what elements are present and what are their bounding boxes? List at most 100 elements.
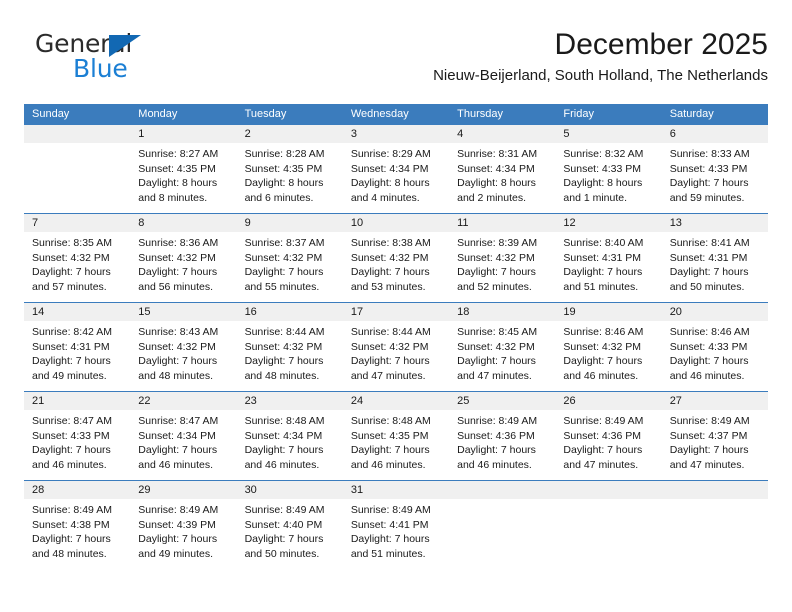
day-number: 2 xyxy=(236,125,343,143)
calendar-day-cell[interactable]: 1 Sunrise: 8:27 AM Sunset: 4:35 PM Daylight… xyxy=(130,125,237,213)
day-sunset-text: Sunset: 4:32 PM xyxy=(32,251,110,264)
day-details: Sunrise: 8:49 AM Sunset: 4:41 PM Daylight:… xyxy=(343,499,449,567)
day-daylight-line1-text: Daylight: 7 hours xyxy=(244,266,324,279)
day-daylight-line2-text: and 1 minute. xyxy=(563,191,628,204)
day-daylight-line2-text: and 48 minutes. xyxy=(244,369,320,382)
day-daylight-line1-text: Daylight: 8 hours xyxy=(138,177,218,190)
calendar-day-cell[interactable]: 23 Sunrise: 8:48 AM Sunset: 4:34 PM Dayligh… xyxy=(236,392,343,480)
day-daylight-line1-text: Daylight: 7 hours xyxy=(32,533,111,546)
day-details: Sunrise: 8:44 AM Sunset: 4:32 PM Daylight:… xyxy=(237,321,343,389)
day-daylight-line1-text: Daylight: 7 hours xyxy=(350,355,430,368)
day-sunset-text: Sunset: 4:34 PM xyxy=(350,162,429,175)
day-details: Sunrise: 8:36 AM Sunset: 4:32 PM Daylight:… xyxy=(130,232,236,300)
day-daylight-line1-text: Daylight: 7 hours xyxy=(32,444,111,457)
calendar-day-cell[interactable]: 3 Sunrise: 8:29 AM Sunset: 4:34 PM Daylight… xyxy=(342,125,450,213)
calendar-day-cell[interactable]: 2 Sunrise: 8:28 AM Sunset: 4:35 PM Daylight… xyxy=(236,125,343,213)
calendar-day-cell[interactable]: 12 Sunrise: 8:40 AM Sunset: 4:31 PM Dayligh… xyxy=(555,214,662,302)
day-sunset-text: Sunset: 4:33 PM xyxy=(669,340,748,353)
day-daylight-line2-text: and 8 minutes. xyxy=(138,191,208,204)
calendar-day-cell[interactable]: 4 Sunrise: 8:31 AM Sunset: 4:34 PM Daylight… xyxy=(449,125,556,213)
day-daylight-line2-text: and 46 minutes. xyxy=(350,458,426,471)
day-number: 20 xyxy=(661,303,768,321)
day-number: 19 xyxy=(555,303,662,321)
day-daylight-line1-text: Daylight: 7 hours xyxy=(563,355,643,368)
day-daylight-line2-text: and 46 minutes. xyxy=(244,458,320,471)
day-daylight-line2-text: and 47 minutes. xyxy=(350,369,426,382)
day-daylight-line2-text: and 52 minutes. xyxy=(457,280,532,293)
day-daylight-line1-text: Daylight: 7 hours xyxy=(244,355,324,368)
calendar-day-cell[interactable]: 7 Sunrise: 8:35 AM Sunset: 4:32 PM Daylight… xyxy=(24,214,131,302)
day-sunrise-text: Sunrise: 8:40 AM xyxy=(563,237,644,249)
day-sunset-text: Sunset: 4:33 PM xyxy=(32,429,110,442)
calendar-day-cell[interactable]: 22 Sunrise: 8:47 AM Sunset: 4:34 PM Dayligh… xyxy=(130,392,237,480)
day-daylight-line1-text: Daylight: 7 hours xyxy=(32,266,111,279)
weekday-header-tuesday: Tuesday xyxy=(244,108,287,120)
calendar-day-cell[interactable]: 26 Sunrise: 8:49 AM Sunset: 4:36 PM Dayligh… xyxy=(555,392,662,480)
day-daylight-line2-text: and 2 minutes. xyxy=(457,191,527,204)
calendar-day-cell[interactable]: 24 Sunrise: 8:48 AM Sunset: 4:35 PM Dayligh… xyxy=(342,392,450,480)
day-details: Sunrise: 8:49 AM Sunset: 4:38 PM Daylight:… xyxy=(24,499,130,567)
day-sunrise-text: Sunrise: 8:27 AM xyxy=(138,148,219,160)
calendar-day-cell[interactable]: 25 Sunrise: 8:49 AM Sunset: 4:36 PM Dayligh… xyxy=(449,392,556,480)
calendar-day-cell[interactable]: 30 Sunrise: 8:49 AM Sunset: 4:40 PM Dayligh… xyxy=(236,481,343,569)
day-number: 18 xyxy=(449,303,556,321)
day-sunset-text: Sunset: 4:32 PM xyxy=(563,340,642,353)
day-daylight-line2-text: and 53 minutes. xyxy=(350,280,426,293)
calendar-day-cell[interactable]: 27 Sunrise: 8:49 AM Sunset: 4:37 PM Dayligh… xyxy=(661,392,768,480)
day-sunset-text: Sunset: 4:32 PM xyxy=(244,251,323,264)
day-number: 22 xyxy=(130,392,237,410)
calendar-day-cell[interactable]: 28 Sunrise: 8:49 AM Sunset: 4:38 PM Dayligh… xyxy=(24,481,131,569)
day-number xyxy=(449,481,556,499)
calendar-day-cell[interactable]: 10 Sunrise: 8:38 AM Sunset: 4:32 PM Dayligh… xyxy=(342,214,450,302)
calendar-day-cell[interactable]: 18 Sunrise: 8:45 AM Sunset: 4:32 PM Dayligh… xyxy=(449,303,556,391)
calendar-day-cell[interactable]: 13 Sunrise: 8:41 AM Sunset: 4:31 PM Dayligh… xyxy=(661,214,768,302)
day-sunset-text: Sunset: 4:35 PM xyxy=(138,162,216,175)
day-daylight-line2-text: and 46 minutes. xyxy=(457,458,532,471)
day-daylight-line2-text: and 6 minutes. xyxy=(244,191,314,204)
day-sunset-text: Sunset: 4:36 PM xyxy=(457,429,535,442)
day-daylight-line2-text: and 56 minutes. xyxy=(138,280,213,293)
day-details: Sunrise: 8:29 AM Sunset: 4:34 PM Daylight:… xyxy=(343,143,449,211)
calendar-day-cell[interactable]: 17 Sunrise: 8:44 AM Sunset: 4:32 PM Dayligh… xyxy=(342,303,450,391)
calendar-day-cell[interactable]: 6 Sunrise: 8:33 AM Sunset: 4:33 PM Daylight… xyxy=(661,125,768,213)
calendar-day-cell[interactable]: 21 Sunrise: 8:47 AM Sunset: 4:33 PM Dayligh… xyxy=(24,392,131,480)
day-daylight-line2-text: and 46 minutes. xyxy=(32,458,107,471)
calendar-day-cell[interactable]: 5 Sunrise: 8:32 AM Sunset: 4:33 PM Daylight… xyxy=(555,125,662,213)
calendar-week-row: 14 Sunrise: 8:42 AM Sunset: 4:31 PM Dayligh… xyxy=(24,302,768,391)
calendar-day-cell[interactable]: 14 Sunrise: 8:42 AM Sunset: 4:31 PM Dayligh… xyxy=(24,303,131,391)
day-sunset-text: Sunset: 4:36 PM xyxy=(563,429,642,442)
calendar-day-cell[interactable]: 15 Sunrise: 8:43 AM Sunset: 4:32 PM Dayligh… xyxy=(130,303,237,391)
brand-logo[interactable]: General Blue xyxy=(35,30,235,86)
calendar-week-row: 1 Sunrise: 8:27 AM Sunset: 4:35 PM Daylight… xyxy=(24,125,768,213)
day-details: Sunrise: 8:45 AM Sunset: 4:32 PM Daylight:… xyxy=(449,321,555,389)
day-details: Sunrise: 8:42 AM Sunset: 4:31 PM Daylight:… xyxy=(24,321,130,389)
calendar-day-cell[interactable]: 19 Sunrise: 8:46 AM Sunset: 4:32 PM Dayligh… xyxy=(555,303,662,391)
calendar-grid: Sunday Monday Tuesday Wednesday Thursday Frid… xyxy=(24,104,768,569)
day-number: 31 xyxy=(342,481,450,499)
day-daylight-line2-text: and 4 minutes. xyxy=(350,191,420,204)
weekday-header-row: Sunday Monday Tuesday Wednesday Thursday Frid… xyxy=(24,104,768,125)
day-daylight-line1-text: Daylight: 8 hours xyxy=(563,177,643,190)
day-sunrise-text: Sunrise: 8:33 AM xyxy=(669,148,750,160)
calendar-day-cell[interactable]: 20 Sunrise: 8:46 AM Sunset: 4:33 PM Dayligh… xyxy=(661,303,768,391)
day-sunset-text: Sunset: 4:32 PM xyxy=(457,340,535,353)
calendar-day-cell[interactable]: 8 Sunrise: 8:36 AM Sunset: 4:32 PM Daylight… xyxy=(130,214,237,302)
day-sunset-text: Sunset: 4:35 PM xyxy=(350,429,429,442)
day-daylight-line1-text: Daylight: 7 hours xyxy=(457,355,536,368)
calendar-day-cell[interactable]: 9 Sunrise: 8:37 AM Sunset: 4:32 PM Daylight… xyxy=(236,214,343,302)
calendar-weeks: 1 Sunrise: 8:27 AM Sunset: 4:35 PM Daylight… xyxy=(24,125,768,569)
calendar-day-cell[interactable]: 16 Sunrise: 8:44 AM Sunset: 4:32 PM Dayligh… xyxy=(236,303,343,391)
day-details: Sunrise: 8:48 AM Sunset: 4:35 PM Daylight:… xyxy=(343,410,449,478)
calendar-day-cell[interactable]: 11 Sunrise: 8:39 AM Sunset: 4:32 PM Dayligh… xyxy=(449,214,556,302)
calendar-day-cell-empty xyxy=(24,125,131,213)
day-daylight-line1-text: Daylight: 7 hours xyxy=(669,444,749,457)
day-daylight-line2-text: and 49 minutes. xyxy=(138,547,213,560)
day-details: Sunrise: 8:40 AM Sunset: 4:31 PM Daylight:… xyxy=(555,232,661,300)
day-number: 5 xyxy=(555,125,662,143)
day-sunrise-text: Sunrise: 8:49 AM xyxy=(457,415,538,427)
calendar-day-cell[interactable]: 31 Sunrise: 8:49 AM Sunset: 4:41 PM Dayligh… xyxy=(342,481,450,569)
calendar-day-cell[interactable]: 29 Sunrise: 8:49 AM Sunset: 4:39 PM Dayligh… xyxy=(130,481,237,569)
weekday-header-friday: Friday xyxy=(563,108,594,120)
day-details: Sunrise: 8:41 AM Sunset: 4:31 PM Daylight:… xyxy=(662,232,768,300)
day-sunrise-text: Sunrise: 8:31 AM xyxy=(457,148,538,160)
